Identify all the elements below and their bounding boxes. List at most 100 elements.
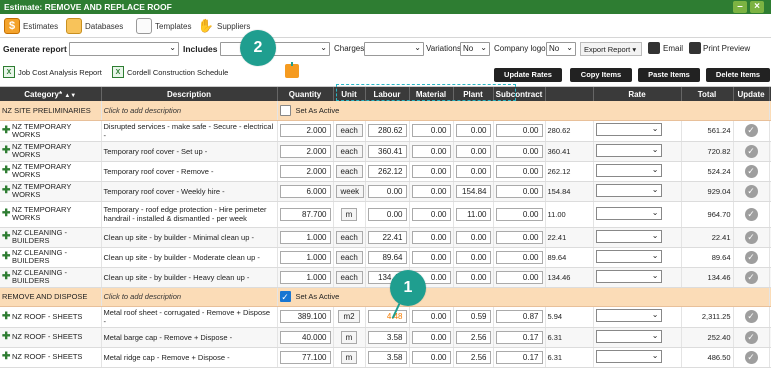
add-item-icon[interactable]: ✚ <box>2 146 10 156</box>
unit-value[interactable]: m <box>340 207 358 221</box>
description-cell[interactable]: Metal ridge cap - Remove + Dispose - <box>101 347 278 368</box>
labour-input[interactable]: 22.41 <box>367 230 407 244</box>
add-item-icon[interactable]: ✚ <box>2 332 10 342</box>
tab-templates[interactable]: Templates <box>136 17 191 35</box>
table-row[interactable]: ✚ NZ CLEANING - BUILDERS Clean up site - b… <box>0 267 771 288</box>
description-cell[interactable]: Disrupted services - make safe - Secure … <box>101 120 278 142</box>
quantity-input[interactable]: 77.100 <box>279 350 331 364</box>
section-description[interactable]: Click to add description <box>101 287 278 307</box>
checkmark-icon[interactable]: ✓ <box>744 207 758 221</box>
quantity-input[interactable]: 1.000 <box>279 250 331 264</box>
set-active-checkbox[interactable]: ✓ <box>279 291 291 302</box>
add-item-icon[interactable]: ✚ <box>2 252 10 262</box>
subcontract-input[interactable]: 0.00 <box>495 207 543 221</box>
unit-value[interactable]: each <box>335 250 363 264</box>
printer-icon[interactable] <box>689 42 701 54</box>
plant-input[interactable]: 11.00 <box>455 207 491 221</box>
unit-value[interactable]: each <box>335 164 363 178</box>
quantity-input[interactable]: 389.100 <box>279 310 331 323</box>
update-rates-button[interactable]: Update Rates <box>494 68 562 82</box>
description-cell[interactable]: Temporary roof cover - Set up - <box>101 141 278 162</box>
cordell-schedule-link[interactable]: X Cordell Construction Schedule <box>112 66 228 78</box>
column-filter-icon[interactable] <box>285 64 299 78</box>
set-active-checkbox[interactable] <box>279 104 291 116</box>
material-input[interactable]: 0.00 <box>411 330 451 344</box>
labour-input[interactable]: 280.62 <box>367 124 407 137</box>
table-row[interactable]: ✚ NZ TEMPORARY WORKS Temporary roof cover … <box>0 141 771 162</box>
add-item-icon[interactable]: ✚ <box>2 186 10 196</box>
labour-input[interactable]: 0.00 <box>367 207 407 221</box>
plant-input[interactable]: 0.00 <box>455 124 491 137</box>
labour-input[interactable]: 4.48 <box>367 310 407 323</box>
add-item-icon[interactable]: ✚ <box>2 209 10 219</box>
plant-input[interactable]: 2.56 <box>455 350 491 364</box>
unit-value[interactable]: m <box>340 330 358 344</box>
rate-select[interactable]: ⌄ <box>595 269 662 283</box>
table-row[interactable]: ✚ NZ TEMPORARY WORKS Temporary - roof edge… <box>0 201 771 228</box>
set-active-toggle[interactable]: ✓ Set As Active <box>279 291 767 302</box>
subcontract-input[interactable]: 0.00 <box>495 250 543 264</box>
tab-suppliers[interactable]: ✋ Suppliers <box>198 17 250 35</box>
rate-select[interactable]: ⌄ <box>595 229 662 243</box>
rate-select[interactable]: ⌄ <box>595 309 662 322</box>
subcontract-input[interactable]: 0.00 <box>495 270 543 284</box>
add-item-icon[interactable]: ✚ <box>2 232 10 242</box>
sort-icon[interactable]: ▲▼ <box>64 93 76 99</box>
rate-select[interactable]: ⌄ <box>595 206 662 220</box>
export-report-button[interactable]: Export Report ▾ <box>580 42 642 56</box>
checkmark-icon[interactable]: ✓ <box>744 230 758 244</box>
unit-value[interactable]: each <box>335 230 363 244</box>
job-cost-report-link[interactable]: X Job Cost Analysis Report <box>3 66 102 78</box>
subcontract-input[interactable]: 0.00 <box>495 164 543 178</box>
unit-value[interactable]: each <box>335 124 363 137</box>
plant-input[interactable]: 0.59 <box>455 310 491 323</box>
quantity-input[interactable]: 2.000 <box>279 124 331 137</box>
material-input[interactable]: 0.00 <box>411 230 451 244</box>
report-select[interactable]: ⌄ <box>69 42 179 56</box>
add-item-icon[interactable]: ✚ <box>2 272 10 282</box>
paste-items-button[interactable]: Paste Items <box>638 68 700 82</box>
plant-input[interactable]: 0.00 <box>455 270 491 284</box>
description-cell[interactable]: Temporary roof cover - Remove - <box>101 161 278 182</box>
add-item-icon[interactable]: ✚ <box>2 352 10 362</box>
plant-input[interactable]: 0.00 <box>455 250 491 264</box>
plant-input[interactable]: 2.56 <box>455 330 491 344</box>
quantity-input[interactable]: 1.000 <box>279 230 331 244</box>
variations-select[interactable]: No ⌄ <box>460 42 490 56</box>
material-input[interactable]: 0.00 <box>411 124 451 137</box>
unit-value[interactable]: each <box>335 270 363 284</box>
plant-input[interactable]: 0.00 <box>455 230 491 244</box>
quantity-input[interactable]: 40.000 <box>279 330 331 344</box>
material-input[interactable]: 0.00 <box>411 164 451 178</box>
table-row[interactable]: ✚ NZ ROOF - SHEETS Metal barge cap - Remov… <box>0 327 771 348</box>
labour-input[interactable]: 262.12 <box>367 164 407 178</box>
company-logo-select[interactable]: No ⌄ <box>546 42 576 56</box>
unit-value[interactable]: m2 <box>338 310 360 323</box>
checkmark-icon[interactable]: ✓ <box>744 164 758 178</box>
subcontract-input[interactable]: 0.17 <box>495 350 543 364</box>
unit-value[interactable]: each <box>335 144 363 158</box>
description-cell[interactable]: Clean up site - by builder - Moderate cl… <box>101 247 278 268</box>
subcontract-input[interactable]: 0.00 <box>495 230 543 244</box>
rate-select[interactable]: ⌄ <box>595 183 662 197</box>
unit-value[interactable]: week <box>335 184 365 198</box>
add-item-icon[interactable]: ✚ <box>2 166 10 176</box>
labour-input[interactable]: 0.00 <box>367 184 407 198</box>
checkmark-icon[interactable]: ✓ <box>744 250 758 264</box>
section-description[interactable]: Click to add description <box>101 101 278 121</box>
print-preview-button[interactable]: Print Preview <box>703 44 750 53</box>
material-input[interactable]: 0.00 <box>411 250 451 264</box>
quantity-input[interactable]: 2.000 <box>279 144 331 158</box>
labour-input[interactable]: 3.58 <box>367 350 407 364</box>
copy-items-button[interactable]: Copy Items <box>570 68 632 82</box>
checkmark-icon[interactable]: ✓ <box>744 350 758 364</box>
table-row[interactable]: ✚ NZ CLEANING - BUILDERS Clean up site - b… <box>0 247 771 268</box>
material-input[interactable]: 0.00 <box>411 207 451 221</box>
checkmark-icon[interactable]: ✓ <box>744 330 758 344</box>
table-row[interactable]: ✚ NZ ROOF - SHEETS Metal ridge cap - Remov… <box>0 347 771 368</box>
rate-select[interactable]: ⌄ <box>595 143 662 157</box>
charges-select[interactable]: ⌄ <box>364 42 424 56</box>
quantity-input[interactable]: 87.700 <box>279 207 331 221</box>
material-input[interactable]: 0.00 <box>411 144 451 158</box>
plant-input[interactable]: 154.84 <box>455 184 491 198</box>
